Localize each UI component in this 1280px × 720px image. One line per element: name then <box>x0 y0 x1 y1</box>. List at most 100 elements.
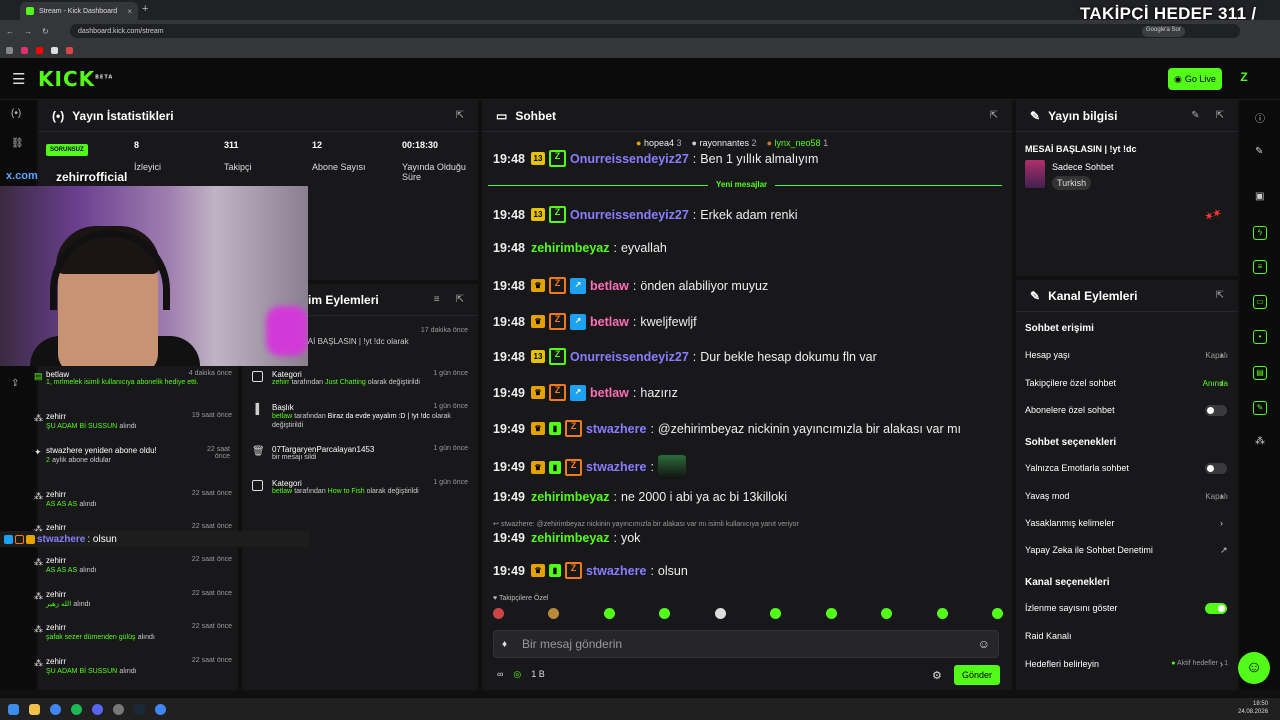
youtube-icon[interactable] <box>36 46 43 54</box>
list-icon[interactable]: ≡ <box>1253 260 1267 274</box>
emote-icon[interactable] <box>991 608 1003 619</box>
set-goals-label[interactable]: Hedefleri belirleyin <box>1025 659 1099 669</box>
go-live-button[interactable]: ◉ Go Live <box>1168 68 1222 90</box>
file-explorer-icon[interactable] <box>29 703 40 715</box>
connect-icon[interactable]: ⁂ <box>1255 436 1265 447</box>
emote-icon[interactable] <box>603 608 615 619</box>
windows-start-icon[interactable] <box>8 703 19 715</box>
badge-icon: Z <box>548 313 566 330</box>
gmail-icon[interactable] <box>66 46 73 54</box>
badge-icon: ▮ <box>548 422 561 435</box>
back-icon[interactable]: ← <box>6 27 14 36</box>
chat-username[interactable]: Onurreissendeyiz27 <box>570 152 689 166</box>
chat-username[interactable]: zehirimbeyaz <box>531 241 610 255</box>
stack-icon[interactable]: ▤ <box>1253 366 1267 380</box>
tiktok-icon[interactable] <box>51 46 58 54</box>
show-views-toggle[interactable] <box>1205 603 1227 614</box>
kick-k-icon[interactable]: Z <box>1236 70 1252 86</box>
stream-icon[interactable]: • <box>1253 330 1267 344</box>
chat-username[interactable]: zehirimbeyaz <box>531 531 610 545</box>
chat-username[interactable]: stwazhere <box>586 460 646 474</box>
forward-icon[interactable]: → <box>24 27 32 36</box>
popout-icon[interactable]: ⇱ <box>456 110 464 121</box>
steam-icon[interactable] <box>134 703 145 715</box>
emote-icon[interactable] <box>659 608 671 619</box>
chevron-right-icon[interactable]: › <box>1220 378 1223 388</box>
close-tab-icon[interactable]: × <box>127 7 132 16</box>
banned-words-label[interactable]: Yasaklanmış kelimeler <box>1025 518 1114 528</box>
raid-channel-label[interactable]: Raid Kanalı <box>1025 631 1072 641</box>
account-age-label[interactable]: Hesap yaşı <box>1025 350 1070 360</box>
browser-tab[interactable]: Stream - Kick Dashboard × <box>20 2 138 20</box>
apps-icon[interactable] <box>6 46 13 54</box>
ai-moderation-label[interactable]: Yapay Zeka ile Sohbet Denetimi <box>1025 545 1153 555</box>
popout-icon[interactable]: ⇱ <box>1216 290 1224 301</box>
pencil-icon[interactable]: ✎ <box>1255 146 1263 157</box>
info-icon[interactable]: ⓘ <box>1255 110 1265 125</box>
stream-icon[interactable]: (•) <box>11 108 21 119</box>
gifter[interactable]: ● rayonnantes 2 <box>692 138 757 148</box>
chevron-right-icon[interactable]: › <box>1220 350 1223 360</box>
external-link-icon[interactable]: ↗ <box>1220 545 1228 556</box>
emote-icon[interactable] <box>825 608 837 619</box>
chat-icon[interactable]: ▭ <box>1253 295 1267 309</box>
edit-icon[interactable]: ✎ <box>1191 110 1199 121</box>
chat-username[interactable]: zehirimbeyaz <box>531 490 610 504</box>
instagram-icon[interactable] <box>21 46 28 54</box>
popout-icon[interactable]: ⇱ <box>456 294 464 305</box>
chat-username[interactable]: stwazhere <box>586 422 646 436</box>
obs-icon[interactable] <box>113 703 124 715</box>
gifter[interactable]: ● lynx_neo58 1 <box>767 138 829 148</box>
filter-icon[interactable]: ≡ <box>434 294 440 305</box>
spotify-icon[interactable] <box>71 703 82 715</box>
system-clock[interactable]: 18:50 24.08.2026 <box>1238 700 1268 716</box>
emoji-icon[interactable]: ☺ <box>978 637 990 651</box>
subs-chat-toggle[interactable] <box>1205 405 1227 416</box>
stream-info-title: Yayın bilgisi <box>1048 108 1118 123</box>
pin-icon[interactable]: ♦ <box>502 639 507 650</box>
chat-username[interactable]: Onurreissendeyiz27 <box>570 208 689 222</box>
chat-username[interactable]: betlaw <box>590 279 629 293</box>
wrench-icon[interactable]: ✎ <box>1253 401 1267 415</box>
chat-username[interactable]: Onurreissendeyiz27 <box>570 350 689 364</box>
popout-icon[interactable]: ⇱ <box>1216 110 1224 121</box>
reload-icon[interactable]: ↻ <box>42 27 49 36</box>
emote-icon[interactable] <box>770 608 782 619</box>
chat-username[interactable]: stwazhere <box>586 564 646 578</box>
action-mid: tarafından <box>291 379 323 386</box>
message-time: 19:48 <box>493 207 525 222</box>
chevron-right-icon[interactable]: › <box>1220 491 1223 501</box>
link-icon[interactable]: ∞ <box>497 669 503 680</box>
link-icon[interactable]: ⛓ <box>11 138 24 149</box>
address-bar[interactable]: dashboard.kick.com/stream <box>70 24 1240 38</box>
support-chat-button[interactable]: ☺ <box>1238 652 1270 684</box>
gifter[interactable]: ● hopea4 3 <box>636 138 682 148</box>
video-icon[interactable]: ▣ <box>1255 191 1264 202</box>
chevron-right-icon[interactable]: › <box>1220 518 1223 528</box>
chrome-icon[interactable] <box>50 703 61 715</box>
menu-icon[interactable]: ☰ <box>12 70 25 88</box>
kick-logo[interactable]: KICKBETA <box>38 67 113 91</box>
lightning-icon[interactable]: ϟ <box>1253 226 1267 240</box>
discord-icon[interactable] <box>92 703 103 715</box>
send-button[interactable]: Gönder <box>954 665 1000 685</box>
upload-icon[interactable]: ⇪ <box>11 378 19 389</box>
chevron-right-icon[interactable]: › <box>1220 659 1223 669</box>
new-tab-button[interactable]: + <box>142 3 148 15</box>
chat-username[interactable]: betlaw <box>590 315 629 329</box>
stat-value: 00:18:30 <box>402 140 439 150</box>
emote-icon[interactable] <box>493 608 504 619</box>
emote-only-toggle[interactable] <box>1205 463 1227 474</box>
emote-icon[interactable] <box>936 608 948 619</box>
slow-mode-label[interactable]: Yavaş mod <box>1025 491 1069 501</box>
emote-icon[interactable] <box>714 608 726 619</box>
emote-icon[interactable] <box>881 608 893 619</box>
popout-icon[interactable]: ⇱ <box>990 110 998 121</box>
chat-settings-icon[interactable]: ⚙ <box>932 669 942 682</box>
chrome-icon[interactable] <box>155 703 166 715</box>
emote-icon[interactable] <box>548 608 560 619</box>
google-ask-chip[interactable]: Google'a Sor <box>1142 26 1185 37</box>
chat-input[interactable]: Bir mesaj gönderin ☺ ♦ <box>493 630 999 658</box>
followers-chat-label[interactable]: Takipçilere özel sohbet <box>1025 378 1116 388</box>
chat-username[interactable]: betlaw <box>590 386 629 400</box>
